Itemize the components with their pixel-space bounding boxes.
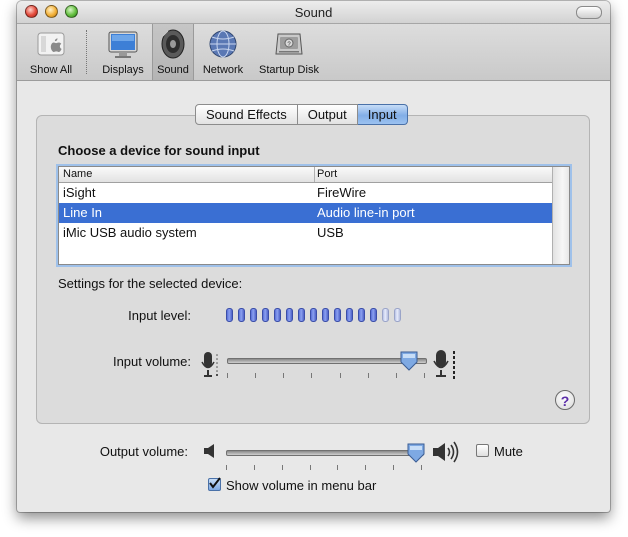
apple-icon (37, 32, 65, 56)
mute-checkbox[interactable] (476, 444, 489, 457)
window-title: Sound (294, 5, 333, 20)
slider-tick (227, 373, 228, 378)
toolbar-toggle-button[interactable] (576, 6, 602, 19)
toolbar-network[interactable]: Network (195, 24, 251, 80)
slider-tick (337, 465, 339, 470)
toolbar: Show All Displays Sound Network ? Startu… (17, 24, 610, 81)
slider-tick (255, 373, 257, 378)
slider-tick (421, 465, 422, 470)
column-divider (314, 167, 315, 182)
checkmark-icon (209, 477, 221, 489)
toolbar-displays[interactable]: Displays (95, 24, 151, 80)
device-name: Line In (63, 205, 103, 220)
slider-tick (339, 373, 341, 378)
table-row[interactable]: iMic USB audio system USB (59, 223, 553, 243)
level-segment (358, 308, 365, 322)
level-segment (322, 308, 329, 322)
microphone-low-icon (201, 352, 218, 377)
input-level-label: Input level: (128, 308, 191, 323)
device-name: iMic USB audio system (63, 225, 197, 240)
slider-tick (253, 465, 255, 470)
title-bar[interactable]: Sound (17, 1, 610, 24)
toolbar-startup-disk[interactable]: ? Startup Disk (253, 24, 325, 80)
display-icon (108, 31, 138, 58)
input-volume-label: Input volume: (112, 354, 191, 369)
speaker-icon (161, 29, 185, 59)
output-volume-ticks (226, 465, 422, 471)
speaker-high-icon (433, 441, 459, 463)
input-device-table[interactable]: Name Port iSight FireWire Line In Audio … (58, 166, 570, 265)
level-segment (370, 308, 377, 322)
level-segment (286, 308, 293, 322)
level-segment (334, 308, 341, 322)
level-segment (298, 308, 305, 322)
level-segment (250, 308, 257, 322)
level-segment (274, 308, 281, 322)
column-header-name[interactable]: Name (63, 168, 92, 180)
show-volume-label[interactable]: Show volume in menu bar (226, 478, 376, 493)
toolbar-item-label: Show All (29, 64, 73, 76)
device-port: FireWire (317, 185, 367, 200)
device-port: Audio line-in port (317, 205, 415, 220)
device-name: iSight (63, 185, 96, 200)
toolbar-separator (86, 30, 87, 74)
globe-icon (209, 30, 237, 58)
tab-output[interactable]: Output (297, 104, 358, 125)
mute-label[interactable]: Mute (494, 444, 523, 459)
column-header-port[interactable]: Port (317, 168, 337, 180)
hard-disk-icon: ? (275, 33, 303, 55)
slider-tick (226, 465, 227, 470)
tab-input[interactable]: Input (357, 104, 408, 125)
slider-tick (395, 373, 397, 378)
toolbar-item-label: Displays (102, 64, 144, 76)
output-volume-slider-track[interactable] (226, 450, 424, 456)
table-row[interactable]: iSight FireWire (59, 183, 553, 203)
output-volume-slider-thumb[interactable] (407, 443, 425, 463)
speaker-low-icon (204, 444, 214, 458)
level-segment (226, 308, 233, 322)
table-header: Name Port (59, 167, 553, 183)
slider-tick (311, 373, 313, 378)
tab-sound-effects[interactable]: Sound Effects (195, 104, 298, 125)
level-segment (394, 308, 401, 322)
level-segment (382, 308, 389, 322)
input-level-meter (226, 308, 401, 322)
toolbar-item-label: Network (202, 64, 244, 76)
slider-tick (281, 465, 283, 470)
show-volume-checkbox[interactable] (208, 477, 221, 491)
input-volume-slider-track[interactable] (227, 358, 427, 364)
output-volume-label: Output volume: (99, 444, 188, 459)
slider-tick (424, 373, 425, 378)
table-row[interactable]: Line In Audio line-in port (59, 203, 553, 223)
input-volume-slider-thumb[interactable] (400, 351, 418, 371)
sound-preferences-window: Sound Show All Displays Sound Network ? … (17, 1, 610, 512)
vertical-scrollbar[interactable] (552, 167, 569, 264)
level-segment (262, 308, 269, 322)
level-segment (238, 308, 245, 322)
level-segment (346, 308, 353, 322)
slider-tick (365, 465, 367, 470)
microphone-high-icon (433, 350, 455, 379)
slider-tick (309, 465, 311, 470)
toolbar-show-all[interactable]: Show All (23, 24, 79, 80)
device-list-heading: Choose a device for sound input (58, 143, 260, 158)
toolbar-item-label: Sound (157, 64, 189, 76)
device-port: USB (317, 225, 344, 240)
help-button[interactable]: ? (555, 390, 575, 410)
level-segment (310, 308, 317, 322)
tab-bar: Sound Effects Output Input (195, 104, 408, 125)
slider-tick (393, 465, 395, 470)
input-volume-ticks (227, 373, 425, 379)
slider-tick (367, 373, 369, 378)
toolbar-sound[interactable]: Sound (152, 24, 194, 80)
settings-label: Settings for the selected device: (58, 276, 243, 291)
slider-tick (283, 373, 285, 378)
toolbar-item-label: Startup Disk (259, 64, 319, 76)
